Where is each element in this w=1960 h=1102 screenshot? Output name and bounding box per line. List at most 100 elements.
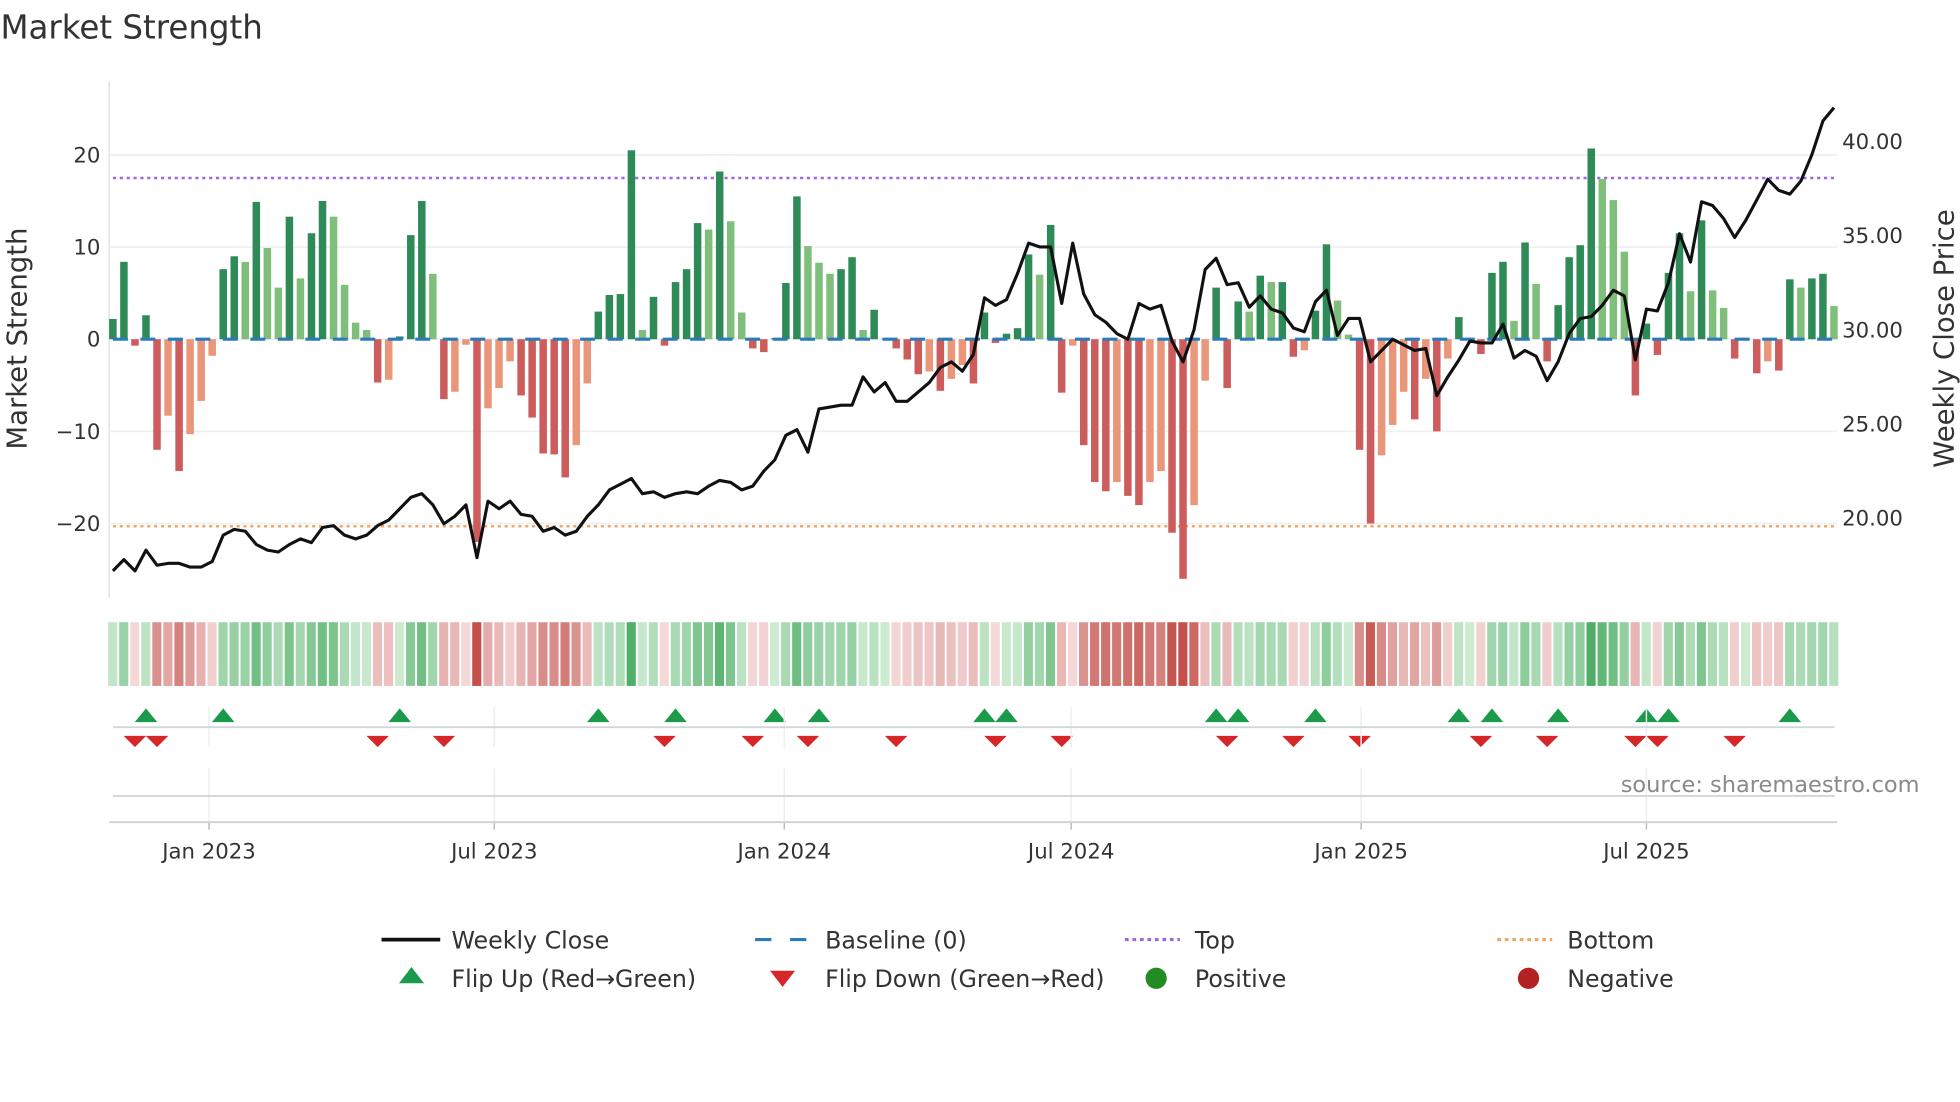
strip-cell <box>1222 622 1232 686</box>
strip-cell <box>648 622 658 686</box>
strength-bar <box>1775 339 1783 371</box>
strip-cell <box>1255 622 1265 686</box>
strip-cell <box>803 622 813 686</box>
left-axis-ticks: −20 −10 0 10 20 <box>56 143 101 537</box>
strip-cell <box>295 622 305 686</box>
strip-cell <box>428 622 438 686</box>
legend-item-top: Top <box>1124 926 1235 954</box>
strip-cell <box>1751 622 1762 686</box>
strength-bar <box>1377 339 1386 456</box>
strength-bar <box>1521 242 1529 340</box>
legend: Weekly Close Baseline (0) Top Bottom Flip Up… <box>381 926 1674 993</box>
strength-bar <box>1686 291 1695 340</box>
strip-cell <box>1476 622 1486 686</box>
strip-cell <box>626 622 636 686</box>
strength-bar <box>737 312 746 340</box>
strength-bar <box>1797 287 1805 340</box>
strength-bar <box>495 339 503 389</box>
strip-cell <box>1685 622 1695 686</box>
legend-label: Flip Down (Green→Red) <box>825 965 1104 993</box>
strip-cell <box>328 622 338 686</box>
strength-bar <box>473 339 481 542</box>
strength-bar <box>230 256 238 340</box>
strip-cell <box>1409 622 1420 686</box>
strip-cell <box>108 622 118 686</box>
strength-bars <box>109 148 1838 579</box>
strip-cell <box>1145 622 1155 686</box>
strip-cell <box>207 622 217 686</box>
flip-up-marker <box>1226 708 1250 723</box>
strip-cell <box>240 622 250 686</box>
strength-bar <box>329 216 338 340</box>
strength-bar <box>252 201 261 340</box>
strength-bar <box>462 339 470 345</box>
strength-bar <box>1697 220 1706 340</box>
strength-bar <box>153 339 161 450</box>
flip-up-marker <box>1480 708 1504 723</box>
strength-bar <box>1488 272 1496 340</box>
strength-bar <box>550 339 558 455</box>
strength-bar <box>429 273 437 340</box>
flip-down-marker <box>1646 735 1669 748</box>
strip-cell <box>483 622 493 686</box>
strip-cell <box>163 622 173 686</box>
strength-bar <box>1752 339 1761 374</box>
strip-cell <box>1343 622 1353 686</box>
strip-cell <box>748 622 758 686</box>
strip-cell <box>1696 622 1706 686</box>
strength-bar <box>1510 320 1518 340</box>
legend-item-baseline: Baseline (0) <box>755 926 967 954</box>
strength-bar <box>1730 339 1739 359</box>
strip-cell <box>1586 622 1596 686</box>
circle-icon <box>1517 967 1540 989</box>
strength-bar <box>1653 339 1662 355</box>
strip-cell <box>1266 622 1276 686</box>
strength-bar <box>837 269 845 340</box>
strength-bar <box>914 339 923 375</box>
strength-bar <box>418 201 426 340</box>
strip-cell <box>725 622 736 686</box>
strip-cell <box>924 622 934 686</box>
strength-bar <box>384 339 393 380</box>
strength-bar <box>1786 279 1794 340</box>
strip-cell <box>1354 622 1364 686</box>
strength-bar <box>1532 283 1540 340</box>
strength-bar <box>528 339 536 418</box>
y-tick-label: 20 <box>73 143 100 168</box>
strip-cell <box>913 622 923 686</box>
strength-bar <box>1311 310 1320 340</box>
strip-cell <box>869 622 879 686</box>
strength-bar <box>1102 339 1110 492</box>
strength-bar <box>407 235 415 340</box>
strength-bar <box>1201 339 1209 381</box>
strength-bar <box>1024 254 1033 340</box>
strip-cell <box>902 622 912 686</box>
strength-bar <box>1300 339 1309 351</box>
strip-cell <box>781 622 791 686</box>
strip-cell <box>858 622 868 686</box>
strip-cell <box>549 622 559 686</box>
strip-cell <box>703 622 714 686</box>
strip-cell <box>1156 622 1166 686</box>
strength-bar <box>715 171 724 340</box>
strip-cell <box>196 622 206 686</box>
legend-label: Baseline (0) <box>825 926 967 954</box>
chart-title: Market Strength <box>0 9 262 47</box>
strength-bar <box>1587 148 1595 340</box>
strength-bar <box>826 273 834 340</box>
strip-cell <box>880 622 890 686</box>
strip-cell <box>1090 622 1100 686</box>
y2-tick-label: 20.00 <box>1842 507 1903 532</box>
strength-bar <box>241 261 250 340</box>
strip-cell <box>1244 622 1254 686</box>
strength-bar <box>219 269 227 340</box>
strength-bar <box>175 339 183 471</box>
strength-bar <box>307 233 316 340</box>
strip-cell <box>990 622 1000 686</box>
strip-cell <box>582 622 592 686</box>
strength-bar <box>1080 339 1088 446</box>
strip-cell <box>218 622 228 686</box>
flip-up-marker <box>995 708 1018 723</box>
strip-cell <box>1332 622 1342 686</box>
strip-cell <box>847 622 857 686</box>
